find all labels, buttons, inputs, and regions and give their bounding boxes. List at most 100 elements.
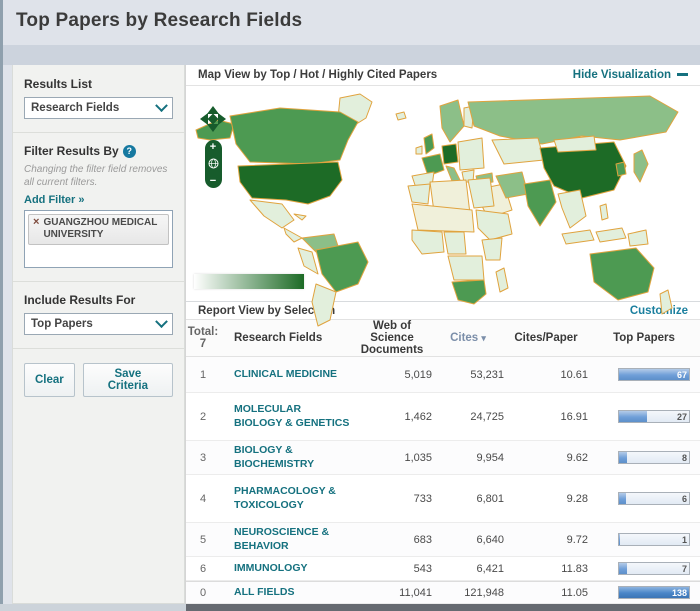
cites-value: 24,725 (432, 411, 504, 423)
top-papers-bar: 7 (618, 562, 690, 575)
top-papers-bar: 1 (618, 533, 690, 546)
docs-value: 11,041 (352, 587, 432, 599)
bottom-strip-dark (186, 604, 700, 611)
results-list-selected-value: Research Fields (31, 102, 119, 114)
remove-filter-icon[interactable]: × (33, 217, 39, 241)
add-filter-link[interactable]: Add Filter » (24, 194, 173, 206)
field-link[interactable]: BIOLOGY & BIOCHEMISTRY (234, 444, 314, 469)
cites-value: 9,954 (432, 452, 504, 464)
zoom-in-icon[interactable]: + (210, 142, 216, 152)
content-area: Results List Research Fields Filter Resu… (0, 65, 700, 604)
cites-value: 6,801 (432, 493, 504, 505)
sidebar-divider (13, 348, 184, 349)
map-view-title: Map View by Top / Hot / Highly Cited Pap… (198, 69, 437, 81)
sidebar-actions: Clear Save Criteria (24, 363, 173, 397)
results-list-select[interactable]: Research Fields (24, 97, 173, 119)
top-papers-bar: 138 (618, 586, 690, 599)
field-link[interactable]: IMMUNOLOGY (234, 562, 308, 574)
include-results-select[interactable]: Top Papers (24, 313, 173, 335)
filters-sidebar: Results List Research Fields Filter Resu… (12, 65, 185, 604)
table-row: 1 CLINICAL MEDICINE 5,019 53,231 10.61 6… (186, 357, 700, 393)
sidebar-divider (13, 132, 184, 133)
sidebar-divider (13, 281, 184, 282)
docs-value: 543 (352, 563, 432, 575)
filter-results-heading: Filter Results By? (24, 144, 173, 158)
top-papers-value: 138 (672, 587, 687, 599)
row-rank: 3 (186, 452, 220, 464)
main-panel: Map View by Top / Hot / Highly Cited Pap… (185, 65, 700, 604)
chevron-down-icon (155, 315, 168, 328)
docs-value: 1,462 (352, 411, 432, 423)
minus-icon (677, 73, 688, 76)
cites-per-paper-value: 9.28 (504, 493, 588, 505)
row-rank: 5 (186, 534, 220, 546)
map-zoom-control[interactable]: + − (205, 140, 222, 188)
hide-visualization-label: Hide Visualization (573, 69, 671, 81)
page-title: Top Papers by Research Fields (16, 10, 700, 32)
filter-note: Changing the filter field removes all cu… (24, 164, 173, 189)
row-rank: 6 (186, 563, 220, 575)
active-filters-box: × GUANGZHOU MEDICAL UNIVERSITY (24, 210, 173, 268)
filter-tag-label: GUANGZHOU MEDICAL UNIVERSITY (43, 217, 164, 241)
docs-value: 5,019 (352, 369, 432, 381)
row-rank: 2 (186, 411, 220, 423)
row-rank: 1 (186, 369, 220, 381)
table-row: 5 NEUROSCIENCE & BEHAVIOR 683 6,640 9.72… (186, 523, 700, 557)
total-value: 7 (186, 338, 220, 350)
filter-results-label: Filter Results By (24, 144, 119, 158)
help-icon[interactable]: ? (123, 145, 136, 158)
page-header: Top Papers by Research Fields (0, 0, 700, 45)
bottom-strip (0, 604, 700, 611)
table-row: 6 IMMUNOLOGY 543 6,421 11.83 7 (186, 557, 700, 581)
bar-fill (619, 411, 647, 422)
hide-visualization-link[interactable]: Hide Visualization (573, 69, 688, 81)
include-results-selected-value: Top Papers (31, 318, 93, 330)
bar-fill (619, 452, 627, 463)
docs-value: 1,035 (352, 452, 432, 464)
cites-per-paper-value: 9.62 (504, 452, 588, 464)
cites-per-paper-value: 16.91 (504, 411, 588, 423)
results-table: Total: 7 Research Fields Web of Science … (186, 319, 700, 604)
top-papers-value: 67 (677, 369, 687, 381)
top-papers-bar: 67 (618, 368, 690, 381)
world-map-panel: + − (186, 86, 700, 301)
table-row: 4 PHARMACOLOGY & TOXICOLOGY 733 6,801 9.… (186, 475, 700, 523)
page-edge-strip (0, 0, 3, 611)
row-rank: 4 (186, 493, 220, 505)
row-rank: 0 (186, 587, 220, 599)
globe-icon[interactable] (208, 158, 219, 169)
top-papers-bar: 27 (618, 410, 690, 423)
map-view-header: Map View by Top / Hot / Highly Cited Pap… (186, 65, 700, 86)
zoom-out-icon[interactable]: − (210, 176, 216, 186)
cites-value: 53,231 (432, 369, 504, 381)
save-criteria-button[interactable]: Save Criteria (83, 363, 173, 397)
top-papers-value: 1 (682, 534, 687, 546)
results-list-label: Results List (24, 77, 173, 91)
include-results-label: Include Results For (24, 293, 173, 307)
cites-value: 121,948 (432, 587, 504, 599)
field-link[interactable]: CLINICAL MEDICINE (234, 368, 337, 380)
docs-value: 733 (352, 493, 432, 505)
top-papers-value: 6 (682, 493, 687, 505)
field-link[interactable]: MOLECULAR BIOLOGY & GENETICS (234, 403, 349, 428)
clear-button[interactable]: Clear (24, 363, 75, 397)
top-papers-value: 27 (677, 411, 687, 423)
field-link[interactable]: NEUROSCIENCE & BEHAVIOR (234, 526, 329, 551)
header-band (0, 45, 700, 65)
table-row: 3 BIOLOGY & BIOCHEMISTRY 1,035 9,954 9.6… (186, 441, 700, 475)
world-map[interactable] (190, 88, 695, 338)
top-papers-value: 7 (682, 563, 687, 575)
cites-per-paper-value: 9.72 (504, 534, 588, 546)
map-controls: + − (198, 104, 228, 188)
pan-control-icon[interactable] (198, 104, 228, 134)
top-papers-value: 8 (682, 452, 687, 464)
field-link[interactable]: ALL FIELDS (234, 586, 294, 598)
filter-tag[interactable]: × GUANGZHOU MEDICAL UNIVERSITY (28, 214, 169, 245)
cites-value: 6,640 (432, 534, 504, 546)
table-row: 2 MOLECULAR BIOLOGY & GENETICS 1,462 24,… (186, 393, 700, 441)
field-link[interactable]: PHARMACOLOGY & TOXICOLOGY (234, 485, 336, 510)
bar-fill (619, 534, 620, 545)
chevron-down-icon (155, 99, 168, 112)
top-papers-bar: 6 (618, 492, 690, 505)
docs-value: 683 (352, 534, 432, 546)
